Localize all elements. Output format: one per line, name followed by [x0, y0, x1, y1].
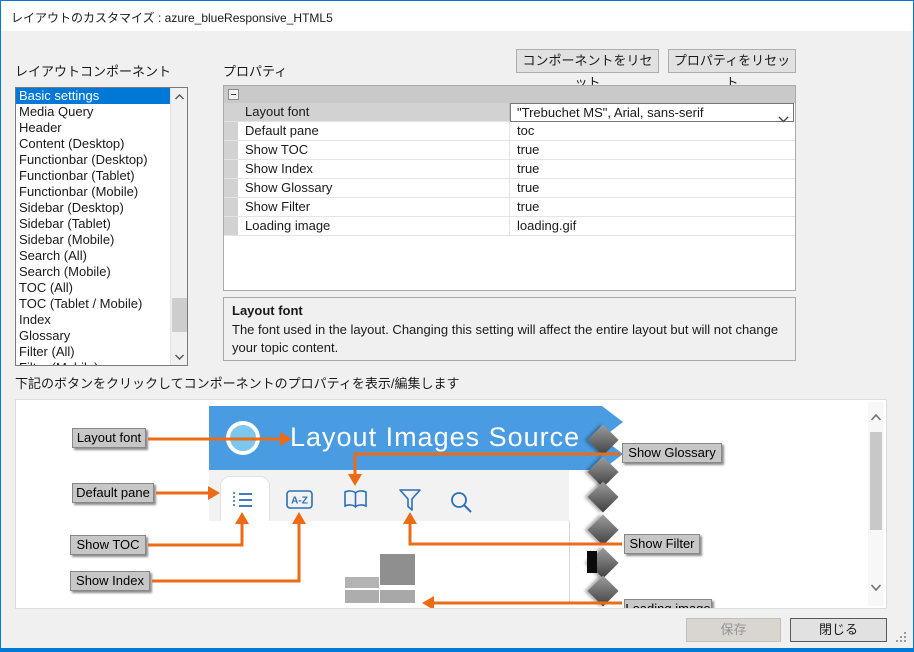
- list-item[interactable]: Functionbar (Mobile): [16, 184, 187, 200]
- collapse-minus-icon[interactable]: [228, 89, 239, 100]
- placeholder-block: [345, 590, 379, 603]
- show-toc-callout-button[interactable]: Show TOC: [70, 535, 146, 555]
- dialog-bottom-border: [1, 648, 913, 651]
- resize-grip[interactable]: [896, 632, 907, 643]
- filter-funnel-icon: [399, 489, 421, 512]
- placeholder-block: [345, 577, 379, 588]
- reset-component-button[interactable]: コンポーネントをリセット: [516, 49, 659, 73]
- placeholder-block: [380, 590, 415, 603]
- torn-edge-diamond: [587, 575, 618, 606]
- list-scroll-thumb[interactable]: [172, 298, 187, 332]
- scroll-down-icon[interactable]: [871, 578, 881, 596]
- property-row[interactable]: Show Filter true: [224, 198, 795, 217]
- placeholder-block: [380, 554, 415, 585]
- logo-circle-icon: [226, 421, 260, 455]
- list-item[interactable]: TOC (Tablet / Mobile): [16, 296, 187, 312]
- index-az-icon: A-Z: [286, 490, 314, 510]
- show-glossary-callout-button[interactable]: Show Glossary: [622, 443, 722, 463]
- property-description: Layout font The font used in the layout.…: [223, 297, 796, 361]
- property-row[interactable]: Loading image loading.gif: [224, 217, 795, 236]
- list-item[interactable]: Content (Desktop): [16, 136, 187, 152]
- layout-preview: Layout Images Source A-Z: [15, 399, 887, 609]
- layout-font-callout-button[interactable]: Layout font: [72, 428, 146, 448]
- description-title: Layout font: [232, 303, 787, 318]
- preview-scroll-thumb[interactable]: [870, 432, 882, 530]
- glossary-book-icon: [343, 489, 368, 510]
- grid-category-header[interactable]: [224, 86, 795, 103]
- toc-icon: [230, 489, 254, 513]
- loading-image-callout-button[interactable]: Loading image: [624, 599, 712, 609]
- list-item[interactable]: Sidebar (Tablet): [16, 216, 187, 232]
- dialog-title: レイアウトのカスタマイズ : azure_blueResponsive_HTML…: [11, 9, 333, 26]
- scroll-down-icon[interactable]: [171, 348, 188, 365]
- list-item[interactable]: Index: [16, 312, 187, 328]
- components-panel-label: レイアウトコンポーネント: [15, 61, 171, 80]
- default-pane-callout-button[interactable]: Default pane: [72, 483, 154, 503]
- list-item[interactable]: Search (All): [16, 248, 187, 264]
- list-item[interactable]: Functionbar (Desktop): [16, 152, 187, 168]
- banner-title: Layout Images Source: [290, 422, 580, 453]
- list-item[interactable]: Sidebar (Desktop): [16, 200, 187, 216]
- description-text: The font used in the layout. Changing th…: [232, 321, 787, 357]
- list-item[interactable]: Filter (All): [16, 344, 187, 360]
- layout-font-dropdown[interactable]: "Trebuchet MS", Arial, sans-serif: [510, 103, 794, 122]
- preview-toolbar: [209, 470, 569, 521]
- show-index-callout-button[interactable]: Show Index: [70, 571, 150, 591]
- scroll-up-icon[interactable]: [171, 88, 188, 105]
- list-item[interactable]: Search (Mobile): [16, 264, 187, 280]
- show-filter-callout-button[interactable]: Show Filter: [624, 534, 700, 554]
- property-row[interactable]: Show Index true: [224, 160, 795, 179]
- list-item[interactable]: Header: [16, 120, 187, 136]
- svg-text:A-Z: A-Z: [291, 496, 308, 507]
- list-item[interactable]: TOC (All): [16, 280, 187, 296]
- torn-edge-diamond: [587, 481, 618, 512]
- search-icon: [450, 491, 473, 513]
- torn-edge-diamond: [587, 514, 618, 545]
- list-item[interactable]: Media Query: [16, 104, 187, 120]
- list-item[interactable]: Basic settings: [16, 88, 187, 104]
- close-button[interactable]: 閉じる: [790, 618, 887, 642]
- property-row[interactable]: Show Glossary true: [224, 179, 795, 198]
- titlebar: レイアウトのカスタマイズ : azure_blueResponsive_HTML…: [1, 1, 913, 31]
- property-row[interactable]: Layout font "Trebuchet MS", Arial, sans-…: [224, 103, 795, 122]
- property-row[interactable]: Default pane toc: [224, 122, 795, 141]
- scroll-up-icon[interactable]: [871, 408, 881, 426]
- reset-property-button[interactable]: プロパティをリセット: [668, 49, 796, 73]
- preview-scrollbar[interactable]: [868, 402, 884, 606]
- layout-components-list[interactable]: Basic settings Media Query Header Conten…: [15, 87, 188, 366]
- list-scrollbar[interactable]: [170, 88, 187, 365]
- preview-artifact: [587, 551, 597, 573]
- list-item[interactable]: Functionbar (Tablet): [16, 168, 187, 184]
- preview-content-divider: [569, 521, 570, 603]
- property-row[interactable]: Show TOC true: [224, 141, 795, 160]
- properties-panel-label: プロパティ: [223, 61, 287, 80]
- layout-customize-dialog: レイアウトのカスタマイズ : azure_blueResponsive_HTML…: [0, 0, 914, 652]
- list-item[interactable]: Sidebar (Mobile): [16, 232, 187, 248]
- save-button[interactable]: 保存: [686, 618, 781, 642]
- property-grid: Layout font "Trebuchet MS", Arial, sans-…: [223, 85, 796, 291]
- list-item[interactable]: Glossary: [16, 328, 187, 344]
- list-item[interactable]: Filter (Mobile): [16, 360, 187, 366]
- instruction-text: 下記のボタンをクリックしてコンポーネントのプロパティを表示/編集します: [15, 373, 459, 392]
